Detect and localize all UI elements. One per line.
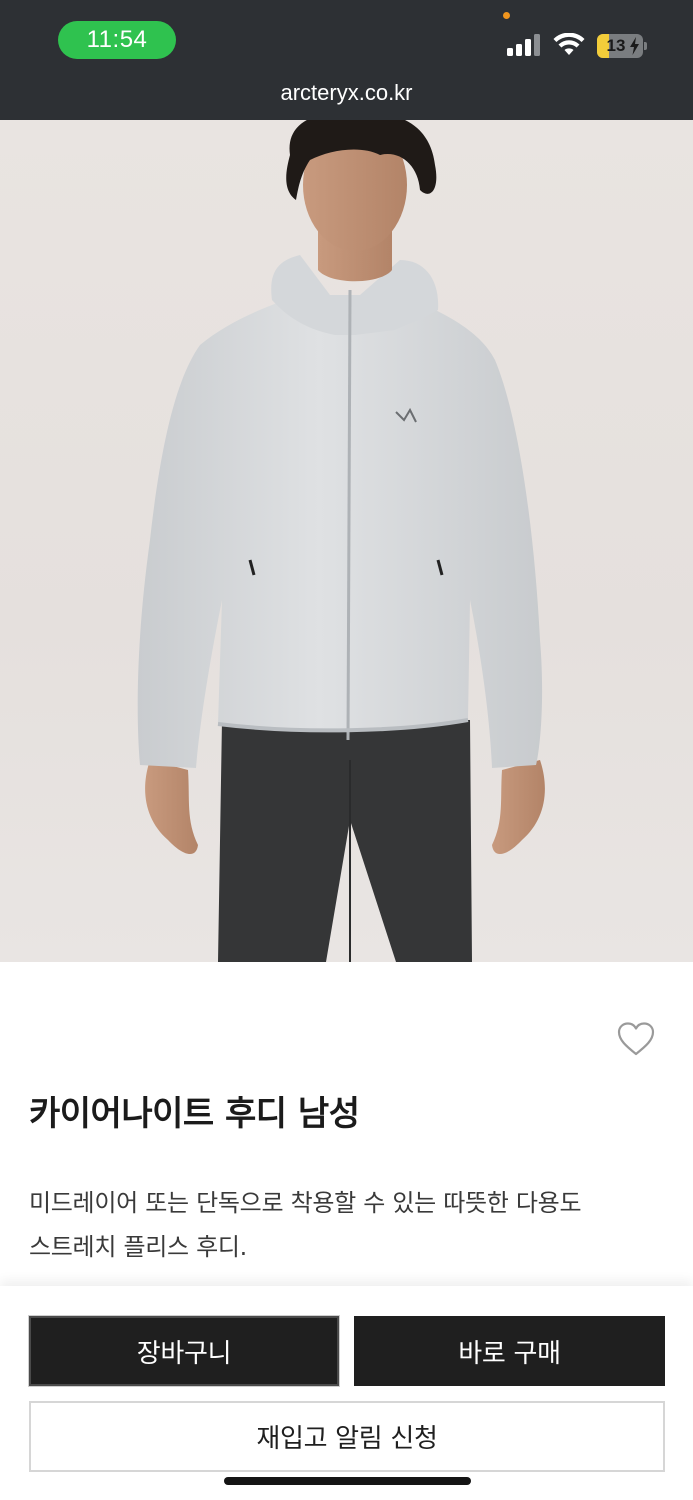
- product-photo-illustration: [137, 120, 545, 962]
- buy-now-button[interactable]: 바로 구매: [354, 1316, 665, 1386]
- description-line-2: 스트레치 플리스 후디.: [29, 1233, 248, 1261]
- add-to-cart-button[interactable]: 장바구니: [28, 1315, 340, 1387]
- wifi-icon: [553, 33, 585, 55]
- privacy-indicator-dot: [503, 12, 510, 19]
- status-bar: 11:54 13 arcteryx.co.kr: [0, 0, 693, 120]
- battery-charging-icon: 13: [597, 34, 647, 58]
- product-image[interactable]: [0, 120, 693, 962]
- product-description: 미드레이어 또는 단독으로 착용할 수 있는 따뜻한 다용도 스트레치 플리스 …: [29, 1181, 669, 1269]
- signal-icon: [507, 34, 541, 56]
- url-bar[interactable]: arcteryx.co.kr: [0, 80, 693, 106]
- restock-notification-button[interactable]: 재입고 알림 신청: [29, 1401, 665, 1472]
- wishlist-heart-icon[interactable]: [616, 1021, 656, 1057]
- status-time[interactable]: 11:54: [58, 21, 176, 59]
- product-title: 카이어나이트 후디 남성: [29, 1094, 360, 1134]
- charging-bolt-icon: [630, 37, 639, 55]
- description-line-1: 미드레이어 또는 단독으로 착용할 수 있는 따뜻한 다용도: [29, 1189, 582, 1217]
- purchase-action-bar: 장바구니 바로 구매 재입고 알림 신청: [0, 1286, 693, 1500]
- home-indicator[interactable]: [224, 1477, 471, 1485]
